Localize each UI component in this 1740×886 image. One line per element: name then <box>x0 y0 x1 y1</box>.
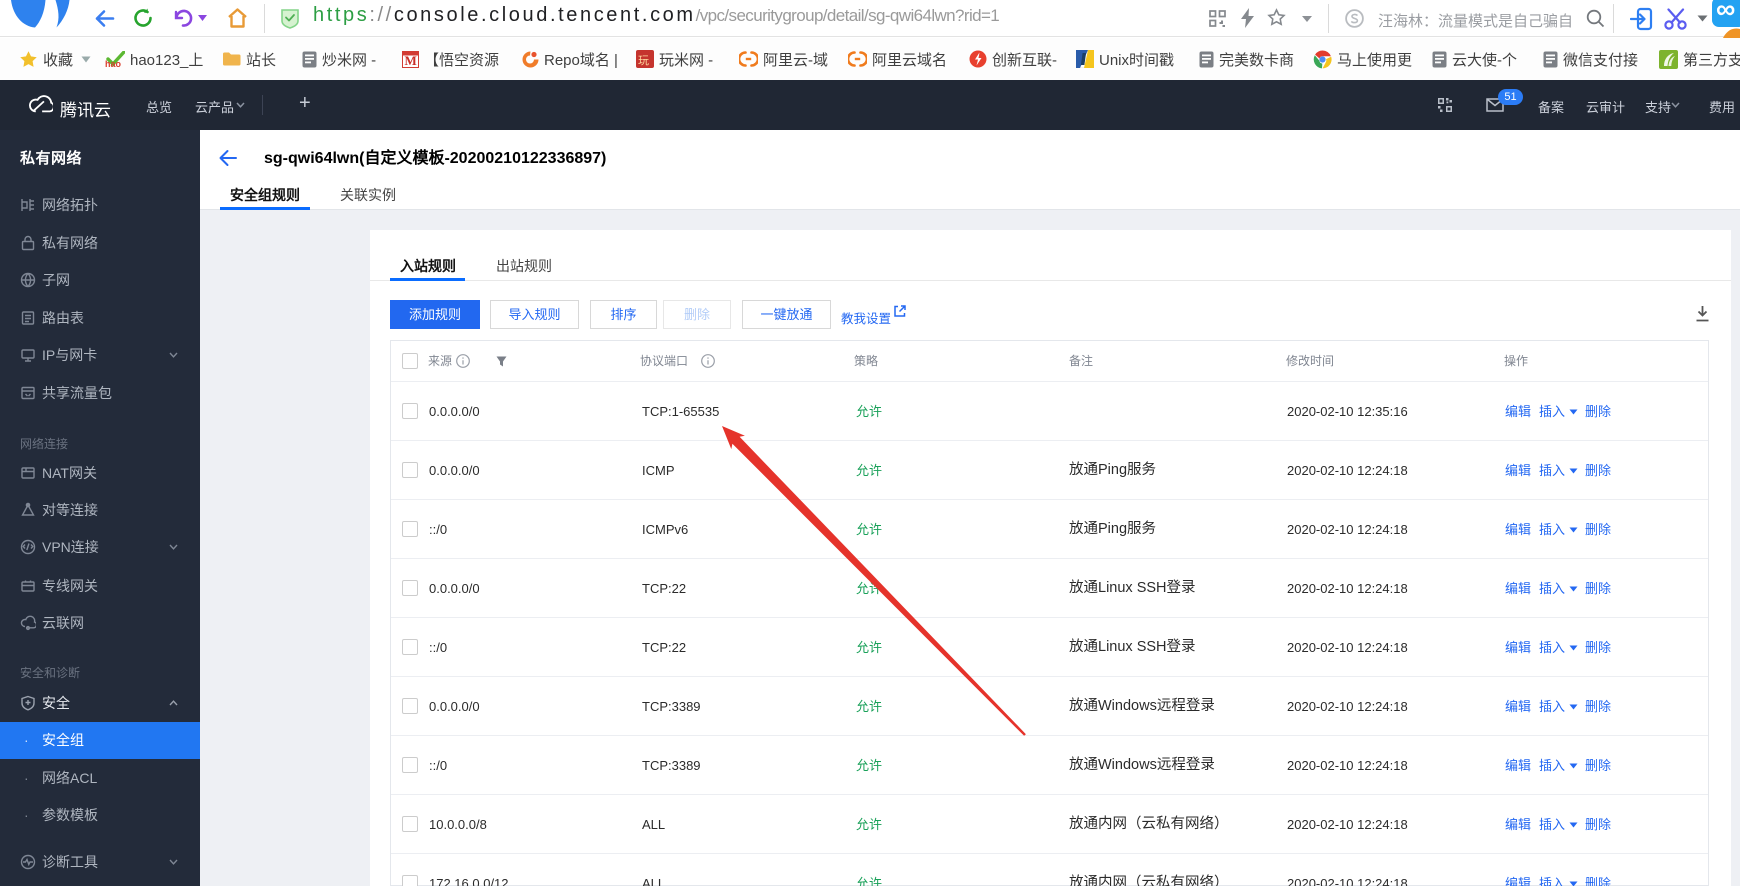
svg-text:M: M <box>405 53 417 68</box>
svg-text:玩: 玩 <box>638 55 649 67</box>
svg-text:hao: hao <box>105 59 122 68</box>
